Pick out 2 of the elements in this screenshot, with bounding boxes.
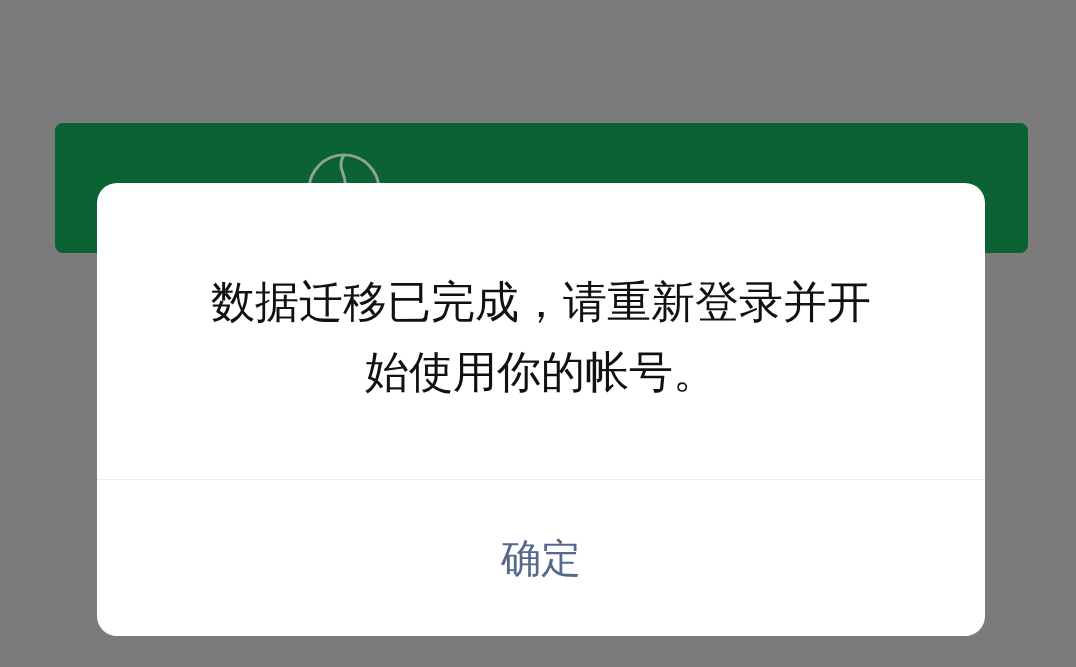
confirm-button[interactable]: 确定 <box>481 520 601 596</box>
dialog-message: 数据迁移已完成，请重新登录并开始使用你的帐号。 <box>210 275 872 399</box>
